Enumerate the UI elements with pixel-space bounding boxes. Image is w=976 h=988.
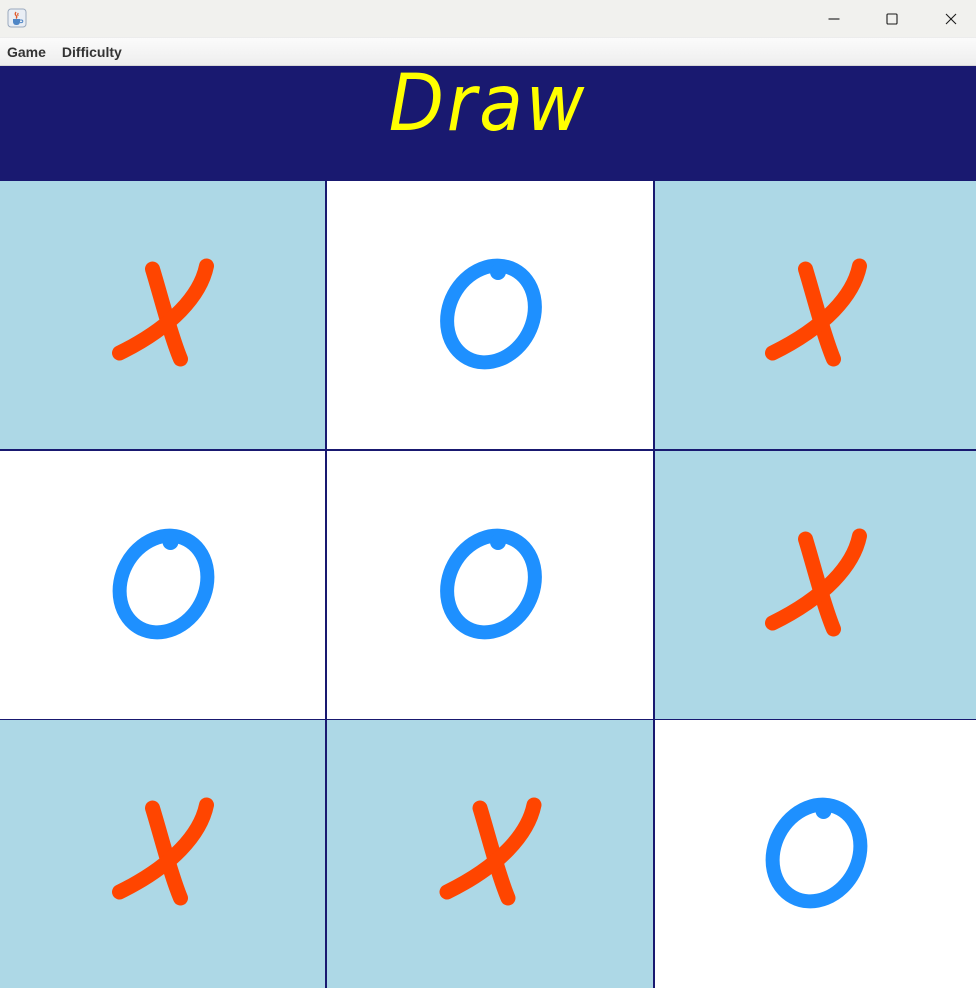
maximize-button[interactable]	[863, 0, 921, 38]
x-mark-icon	[765, 258, 867, 367]
app-window: Game Difficulty Draw	[0, 0, 976, 988]
board-cell-r3-c2[interactable]	[327, 720, 653, 988]
maximize-icon	[886, 13, 898, 25]
o-stroke-tip	[162, 534, 179, 550]
o-mark-icon	[440, 258, 542, 370]
o-stroke-tip	[490, 264, 506, 280]
x-mark-icon	[765, 528, 867, 637]
board-cell-r1-c2[interactable]	[327, 181, 653, 449]
board-cell-r3-c3[interactable]	[655, 720, 976, 988]
close-icon	[945, 13, 957, 25]
o-mark-icon	[765, 797, 868, 909]
x-mark-icon	[112, 797, 214, 906]
board-cell-r2-c2[interactable]	[327, 451, 653, 719]
title-bar[interactable]	[0, 0, 976, 38]
menu-game[interactable]: Game	[0, 39, 54, 65]
status-banner: Draw	[0, 59, 976, 181]
board-cell-r2-c3[interactable]	[655, 451, 976, 719]
o-mark-icon	[440, 528, 542, 640]
minimize-icon	[828, 18, 840, 20]
minimize-button[interactable]	[805, 0, 863, 38]
game-status-text: Draw	[388, 59, 588, 149]
board-cell-r1-c1[interactable]	[0, 181, 325, 449]
game-board	[0, 181, 976, 988]
java-cup-icon	[7, 8, 27, 28]
o-mark-icon	[112, 528, 215, 640]
o-stroke-tip	[490, 534, 506, 550]
close-button[interactable]	[922, 0, 976, 38]
x-mark-icon	[439, 797, 542, 906]
o-stroke-tip	[815, 803, 832, 819]
menu-difficulty[interactable]: Difficulty	[55, 39, 130, 65]
board-cell-r3-c1[interactable]	[0, 720, 325, 988]
board-cell-r1-c3[interactable]	[655, 181, 976, 449]
x-mark-icon	[112, 258, 214, 367]
board-cell-r2-c1[interactable]	[0, 451, 325, 719]
